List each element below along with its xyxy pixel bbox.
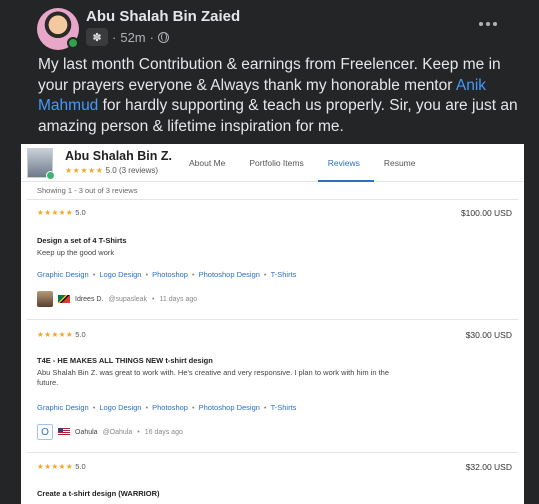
review-tags: Graphic Design • Logo Design • Photoshop • … xyxy=(37,403,297,412)
south-africa-flag-icon xyxy=(58,295,70,303)
profile-header: Abu Shalah Bin Z. ★★★★★ 5.0 (3 reviews) … xyxy=(21,144,524,182)
reviewer-name: Oahula xyxy=(75,428,98,436)
dot-separator: · xyxy=(112,29,117,45)
review-rating: ★★★★★ 5.0 xyxy=(37,330,86,339)
attached-image[interactable]: Abu Shalah Bin Z. ★★★★★ 5.0 (3 reviews) … xyxy=(21,144,524,504)
tab-reviews: Reviews xyxy=(317,144,374,182)
reviewer-time: 11 days ago xyxy=(159,295,198,303)
star-icons: ★★★★★ xyxy=(37,208,74,217)
tag-link: Photoshop xyxy=(152,403,188,412)
review-title: Create a t-shirt design (WARRIOR) xyxy=(37,489,160,498)
profile-tabs: About Me Portfolio Items Reviews Resume xyxy=(179,144,430,182)
reviewer-name: Idrees D. xyxy=(75,295,104,303)
reviewer-avatar: O xyxy=(37,424,53,440)
facebook-post: Abu Shalah Bin Zaied ✽ · 52m · My last m… xyxy=(0,0,539,504)
divider xyxy=(27,199,518,200)
group-icon[interactable]: ✽ xyxy=(86,28,108,46)
reviewer-avatar xyxy=(37,291,53,307)
star-icons: ★★★★★ xyxy=(65,166,104,175)
globe-icon xyxy=(157,31,169,43)
post-text-part: My last month Contribution & earnings fr… xyxy=(38,56,501,94)
tag-link: Logo Design xyxy=(99,403,142,412)
profile-name: Abu Shalah Bin Z. xyxy=(65,149,172,163)
review-rating: ★★★★★ 5.0 xyxy=(37,462,86,471)
tag-link: Photoshop Design xyxy=(198,403,260,412)
post-text-part: for hardly supporting & teach us properl… xyxy=(38,97,518,135)
review-title: Design a set of 4 T-Shirts xyxy=(37,236,127,245)
star-icons: ★★★★★ xyxy=(37,330,74,339)
review-body: Keep up the good work xyxy=(37,248,115,257)
author-name[interactable]: Abu Shalah Bin Zaied xyxy=(86,8,240,25)
review-price: $100.00 USD xyxy=(460,208,512,218)
reviewer-handle: @supasleak xyxy=(108,295,148,303)
tag-link: T-Shirts xyxy=(270,270,297,279)
profile-rating: ★★★★★ 5.0 (3 reviews) xyxy=(65,166,158,175)
post-text: My last month Contribution & earnings fr… xyxy=(38,55,518,137)
profile-avatar xyxy=(27,148,55,180)
review-tags: Graphic Design • Logo Design • Photoshop • … xyxy=(37,270,297,279)
tab-portfolio-items: Portfolio Items xyxy=(249,158,304,168)
divider xyxy=(27,452,518,453)
reviewer-handle: @Oahula xyxy=(102,428,133,436)
tag-link: Logo Design xyxy=(99,270,142,279)
reviewer-time: 16 days ago xyxy=(144,428,183,436)
reviewer: O Oahula @Oahula • 16 days ago xyxy=(37,424,183,440)
tag-link: T-Shirts xyxy=(270,403,297,412)
divider xyxy=(27,319,518,320)
more-options-icon[interactable] xyxy=(470,10,506,38)
reviewer: Idrees D. @supasleak • 11 days ago xyxy=(37,291,197,307)
review-price: $30.00 USD xyxy=(465,330,512,340)
profile-rating-text: 5.0 (3 reviews) xyxy=(105,166,159,175)
reviews-count: Showing 1 - 3 out of 3 reviews xyxy=(37,186,138,195)
online-status-icon xyxy=(67,37,79,49)
tag-link: Photoshop Design xyxy=(198,270,260,279)
tag-link: Graphic Design xyxy=(37,270,89,279)
dot-separator: · xyxy=(149,29,154,45)
tag-link: Graphic Design xyxy=(37,403,89,412)
review-body: Abu Shalah Bin Z. was great to work with… xyxy=(37,368,390,387)
review-score: 5.0 xyxy=(75,462,86,471)
post-time[interactable]: 52m xyxy=(120,30,145,45)
post-meta: ✽ · 52m · xyxy=(86,28,169,46)
review-score: 5.0 xyxy=(75,330,86,339)
tab-resume: Resume xyxy=(383,158,416,168)
star-icons: ★★★★★ xyxy=(37,462,74,471)
review-price: $32.00 USD xyxy=(465,462,512,472)
us-flag-icon xyxy=(58,428,70,436)
review-rating: ★★★★★ 5.0 xyxy=(37,208,86,217)
tag-link: Photoshop xyxy=(152,270,188,279)
review-score: 5.0 xyxy=(75,208,86,217)
tab-about-me: About Me xyxy=(189,158,226,168)
review-title: T4E - HE MAKES ALL THINGS NEW t-shirt de… xyxy=(37,356,213,365)
